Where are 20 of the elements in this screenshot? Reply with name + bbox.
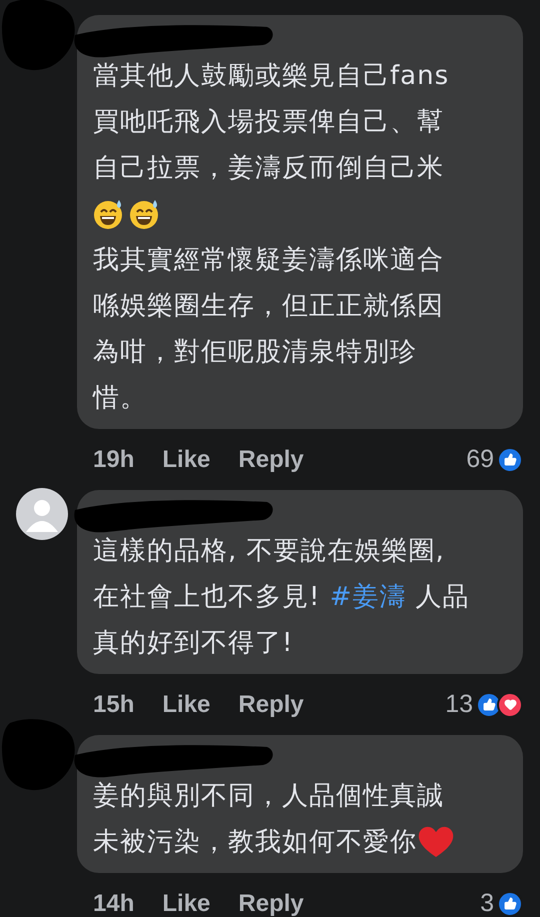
comment-text: 當其他人鼓勵或樂見自己fans 買吔吒飛入場投票俾自己、幫 自己拉票，姜濤反而倒自己米 bbox=[93, 53, 513, 237]
timestamp: 14h bbox=[93, 890, 134, 917]
heart-icon bbox=[417, 825, 455, 859]
comment-text: 這樣的品格, 不要說在娛樂圈, 在社會上也不多見! #姜濤 人品 真的好到不得了! bbox=[93, 535, 471, 660]
like-link[interactable]: Like bbox=[162, 446, 210, 474]
comment-text: 姜的與別不同，人品個性真誠 未被污染，教我如何不愛你 bbox=[93, 773, 513, 865]
sweat-smile-icon bbox=[129, 198, 161, 230]
reply-link[interactable]: Reply bbox=[238, 446, 304, 474]
reaction-count: 3 bbox=[480, 889, 494, 917]
reaction-count: 69 bbox=[466, 445, 494, 474]
sweat-smile-icon bbox=[93, 198, 125, 230]
comment-text: 我其實經常懷疑姜濤係咪適合 喺娛樂圈生存，但正正就係因 為咁，對佢呢股清泉特別珍 惜。 bbox=[93, 244, 445, 415]
timestamp: 15h bbox=[93, 690, 134, 718]
reply-link[interactable]: Reply bbox=[238, 690, 304, 718]
timestamp: 19h bbox=[93, 446, 134, 474]
like-link[interactable]: Like bbox=[162, 890, 210, 917]
avatar-icon[interactable] bbox=[16, 488, 68, 540]
like-link[interactable]: Like bbox=[162, 690, 210, 718]
reaction-count: 13 bbox=[445, 690, 473, 719]
reply-link[interactable]: Reply bbox=[238, 890, 304, 917]
